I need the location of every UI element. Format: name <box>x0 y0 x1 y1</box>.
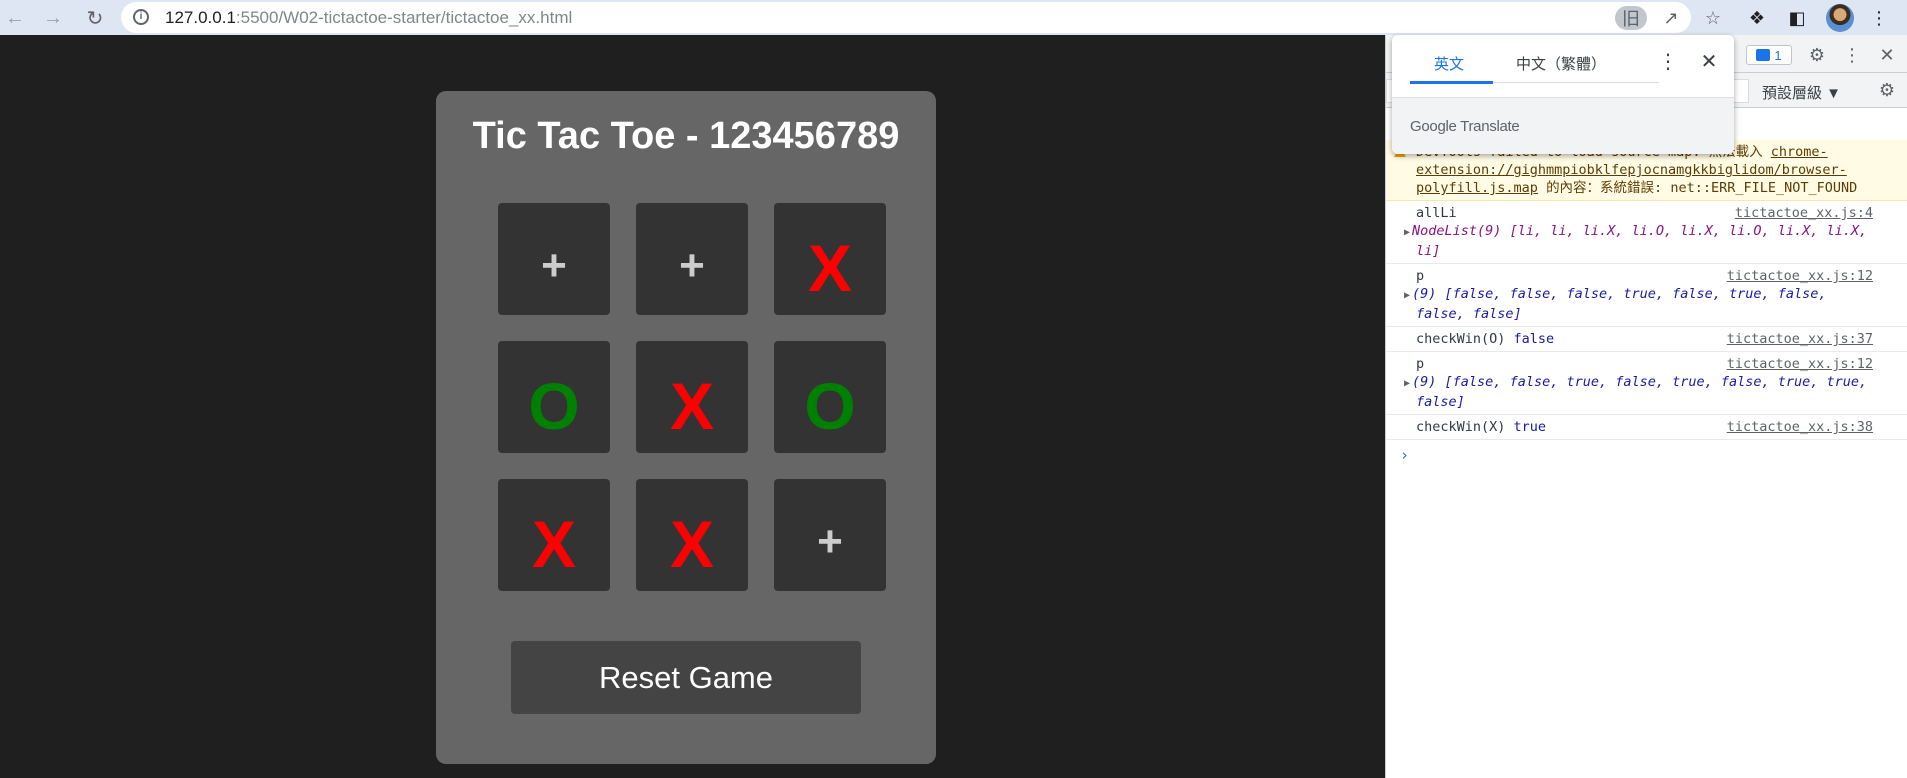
log-detail-text: (9) [false, false, false, true, false, t… <box>1412 286 1827 322</box>
log-detail[interactable]: ▶ (9) [false, false, true, false, true, f… <box>1404 373 1873 411</box>
console-messages: DevTools failed to load source map: 無法載入… <box>1386 140 1907 464</box>
address-bar[interactable]: i 127.0.0.1:5500/W02-tictactoe-starter/t… <box>121 2 1721 33</box>
translate-footer: Google Translate <box>1392 97 1734 154</box>
log-value: false <box>1513 331 1555 347</box>
issues-flag-icon <box>1756 49 1771 61</box>
log-detail[interactable]: ▶ (9) [false, false, false, true, false, … <box>1404 285 1873 323</box>
board-cell-x[interactable]: X <box>636 479 748 591</box>
extensions-icon[interactable]: ❖ <box>1744 5 1770 31</box>
log-detail-text: (9) [false, false, true, false, true, fa… <box>1412 374 1868 410</box>
board-cell-empty[interactable]: + <box>498 203 610 315</box>
reset-game-button[interactable]: Reset Game <box>511 641 861 714</box>
share-icon[interactable]: ↗ <box>1659 6 1683 30</box>
devtools-menu-icon[interactable]: ⋮ <box>1841 44 1863 66</box>
issues-count: 1 <box>1774 47 1782 63</box>
log-detail[interactable]: ▶ NodeList(9) [li, li, li.X, li.O, li.X, … <box>1404 222 1873 260</box>
board-cell-x[interactable]: X <box>774 203 886 315</box>
console-log: tictactoe_xx.js:12 p ▶ (9) [false, false,… <box>1386 264 1907 327</box>
log-levels-dropdown[interactable]: 預設層級 ▼ <box>1762 82 1841 103</box>
board-cell-x[interactable]: X <box>498 479 610 591</box>
issues-badge[interactable]: 1 <box>1746 45 1792 65</box>
game-container: Tic Tac Toe - 123456789 + + X O X O X X … <box>436 91 936 764</box>
log-detail-text: NodeList(9) [li, li, li.X, li.O, li.X, l… <box>1412 223 1868 259</box>
console-settings-icon[interactable]: ⚙ <box>1876 79 1898 101</box>
expand-triangle-icon[interactable]: ▶ <box>1404 378 1410 389</box>
expand-triangle-icon[interactable]: ▶ <box>1404 227 1410 238</box>
kebab-menu-icon[interactable]: ⋮ <box>1866 5 1892 31</box>
reload-icon[interactable]: ↻ <box>82 5 108 31</box>
url-host: 127.0.0.1 <box>165 8 236 27</box>
info-icon[interactable]: i <box>133 9 149 25</box>
translate-options-icon[interactable]: ⋮ <box>1656 49 1680 73</box>
close-icon[interactable]: ✕ <box>1697 49 1721 73</box>
board-cell-x[interactable]: X <box>636 341 748 453</box>
browser-toolbar: ← → ↻ i 127.0.0.1:5500/W02-tictactoe-sta… <box>0 0 1907 35</box>
expand-triangle-icon[interactable]: ▶ <box>1404 290 1410 301</box>
console-log: tictactoe_xx.js:4 allLi ▶ NodeList(9) [li… <box>1386 201 1907 264</box>
board-cell-o[interactable]: O <box>774 341 886 453</box>
tab-active-indicator <box>1410 81 1493 84</box>
tab-target-language[interactable]: 中文（繁體） <box>1516 53 1606 74</box>
profile-avatar[interactable] <box>1826 4 1854 32</box>
translate-popup: 英文 中文（繁體） ⋮ ✕ Google Translate <box>1392 35 1734 154</box>
console-prompt[interactable]: › <box>1386 440 1907 464</box>
translate-icon[interactable]: 旧 <box>1615 6 1647 30</box>
forward-arrow-icon[interactable]: → <box>40 5 66 31</box>
url-text[interactable]: 127.0.0.1:5500/W02-tictactoe-starter/tic… <box>165 8 572 28</box>
close-devtools-icon[interactable]: ✕ <box>1876 44 1898 66</box>
star-icon[interactable]: ☆ <box>1701 6 1725 30</box>
console-log: tictactoe_xx.js:37 checkWin(O) false <box>1386 327 1907 352</box>
settings-gear-icon[interactable]: ⚙ <box>1806 44 1828 66</box>
back-arrow-icon[interactable]: ← <box>2 5 28 31</box>
source-link[interactable]: tictactoe_xx.js:12 <box>1727 267 1873 285</box>
page-viewport: Tic Tac Toe - 123456789 + + X O X O X X … <box>0 35 1385 778</box>
log-value: true <box>1513 419 1547 435</box>
board-cell-empty[interactable]: + <box>774 479 886 591</box>
source-link[interactable]: tictactoe_xx.js:38 <box>1727 418 1873 436</box>
game-title: Tic Tac Toe - 123456789 <box>472 115 900 157</box>
source-link[interactable]: tictactoe_xx.js:37 <box>1727 330 1873 348</box>
board-cell-empty[interactable]: + <box>636 203 748 315</box>
board-cell-o[interactable]: O <box>498 341 610 453</box>
side-panel-icon[interactable]: ◧ <box>1784 5 1810 31</box>
google-translate-brand: Google Translate <box>1410 118 1520 135</box>
url-path: :5500/W02-tictactoe-starter/tictactoe_xx… <box>235 8 573 27</box>
log-label: checkWin(O) <box>1416 331 1506 347</box>
console-log: tictactoe_xx.js:38 checkWin(X) true <box>1386 415 1907 440</box>
source-link[interactable]: tictactoe_xx.js:4 <box>1735 204 1873 222</box>
warning-suffix: 的內容：系統錯誤: net::ERR_FILE_NOT_FOUND <box>1546 180 1858 196</box>
tab-source-language[interactable]: 英文 <box>1434 53 1464 74</box>
console-log: tictactoe_xx.js:12 p ▶ (9) [false, false,… <box>1386 352 1907 415</box>
log-label: checkWin(X) <box>1416 419 1506 435</box>
source-link[interactable]: tictactoe_xx.js:12 <box>1727 355 1873 373</box>
